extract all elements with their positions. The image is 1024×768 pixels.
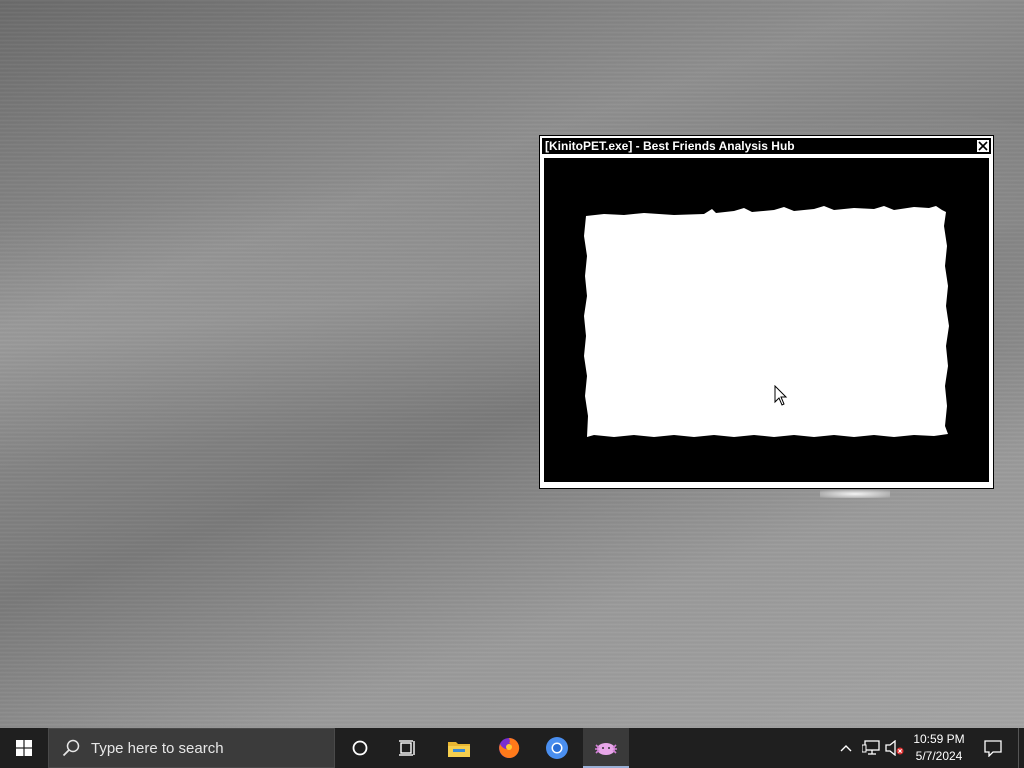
search-placeholder: Type here to search: [91, 739, 224, 757]
network-button[interactable]: [860, 728, 882, 768]
clock-date: 5/7/2024: [915, 749, 963, 763]
window-title: [KinitoPET.exe] - Best Friends Analysis …: [545, 139, 795, 153]
action-center-icon: [984, 740, 1002, 757]
chrome-button[interactable]: [534, 728, 580, 768]
cortana-button[interactable]: [340, 728, 380, 768]
taskbar: Type here to search 10:59 PM 5/7/2024: [0, 728, 1024, 768]
wallpaper-glint: [820, 490, 890, 498]
close-button[interactable]: [976, 139, 990, 153]
window-content-area[interactable]: [544, 158, 989, 482]
torn-white-panel: [584, 206, 949, 437]
task-view-button[interactable]: [388, 728, 428, 768]
system-clock[interactable]: 10:59 PM 5/7/2024: [906, 728, 972, 768]
firefox-icon: [499, 737, 520, 758]
firefox-button[interactable]: [486, 728, 532, 768]
kinito-pet-window[interactable]: [KinitoPET.exe] - Best Friends Analysis …: [539, 135, 994, 489]
kinito-pet-taskbar-button[interactable]: [583, 728, 629, 768]
window-title-bar[interactable]: [KinitoPET.exe] - Best Friends Analysis …: [542, 138, 991, 154]
windows-logo-icon: [16, 740, 32, 756]
kinito-pet-icon: [595, 743, 617, 755]
close-icon: [978, 141, 988, 151]
start-button[interactable]: [0, 728, 48, 768]
cortana-icon: [352, 740, 368, 756]
task-view-icon: [399, 740, 415, 756]
file-explorer-button[interactable]: [436, 728, 482, 768]
network-icon: [862, 740, 880, 755]
show-hidden-icons-button[interactable]: [836, 728, 856, 768]
taskbar-search-box[interactable]: Type here to search: [48, 728, 335, 768]
chrome-icon: [546, 737, 568, 759]
clock-time: 10:59 PM: [913, 732, 965, 746]
chevron-up-icon: [840, 745, 852, 752]
show-desktop-button[interactable]: [1018, 728, 1024, 768]
volume-button[interactable]: [884, 728, 906, 768]
search-icon: [62, 739, 80, 757]
action-center-button[interactable]: [976, 728, 1010, 768]
file-explorer-icon: [448, 742, 470, 757]
desktop-background: [KinitoPET.exe] - Best Friends Analysis …: [0, 0, 1024, 728]
volume-muted-icon: [885, 740, 904, 756]
